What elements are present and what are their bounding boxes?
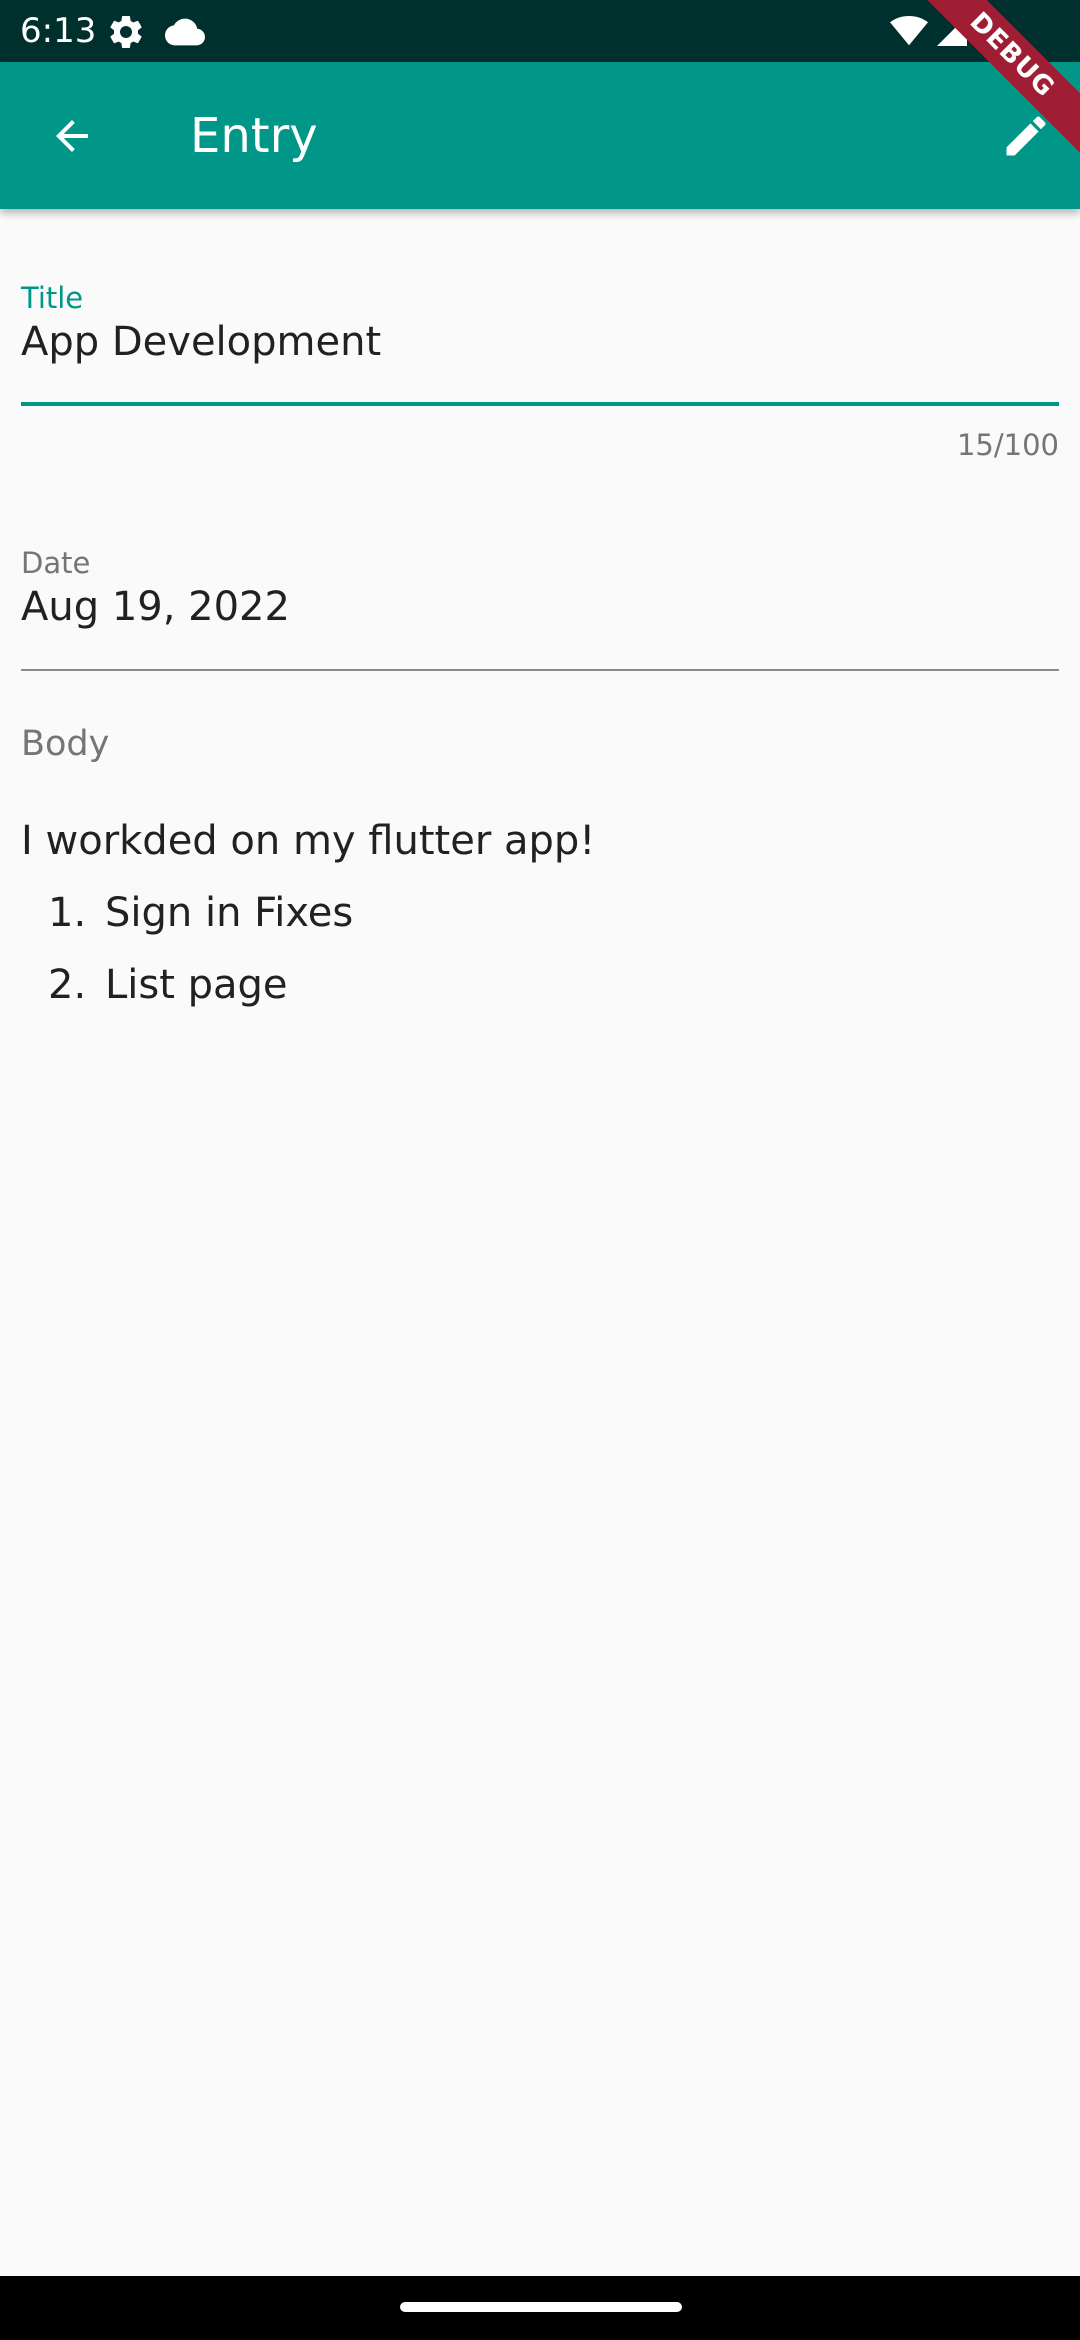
home-indicator[interactable] [400,2302,682,2312]
body-label: Body [21,724,110,764]
signal-icon [934,12,970,54]
date-field[interactable]: Date Aug 19, 2022 [21,545,1059,671]
status-time: 6:13 [20,11,97,51]
list-item-text: Sign in Fixes [105,890,354,936]
pencil-icon [1000,110,1052,166]
back-button[interactable] [28,92,116,180]
date-field-value[interactable]: Aug 19, 2022 [21,581,1059,633]
settings-gear-icon [106,12,146,56]
wifi-icon [888,12,930,54]
cloud-icon [164,12,206,56]
title-field-underline [21,402,1059,406]
list-item-number: 2. [48,962,87,1008]
date-field-label: Date [21,546,91,580]
edit-button[interactable] [982,92,1070,180]
battery-icon [980,12,1004,56]
list-item-number: 1. [48,890,87,936]
arrow-back-icon [48,112,96,164]
app-bar: Entry [0,62,1080,209]
date-field-underline [21,669,1059,671]
list-item-text: List page [105,962,288,1008]
title-field-label: Title [21,281,84,315]
body-text: I workded on my flutter app! [21,818,596,864]
title-field[interactable]: Title App Development 15/100 [21,280,1059,462]
title-character-counter: 15/100 [956,428,1059,462]
navigation-bar [0,2276,1080,2340]
page-title: Entry [190,108,318,164]
status-bar: 6:13 [0,0,1080,62]
title-field-value[interactable]: App Development [21,316,1059,368]
